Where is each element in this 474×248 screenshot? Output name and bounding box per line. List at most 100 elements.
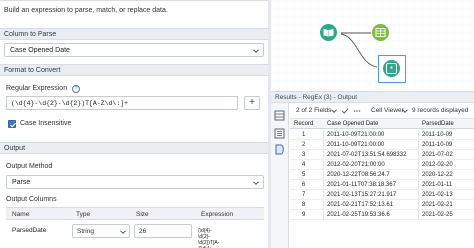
table-row[interactable]: 5 2020-12-22T08:56:24.7 2020-12-22 [290,170,474,180]
results-title-bar: Results - RegEx (3) - Output [271,91,474,103]
record-cell: 1 [302,132,306,138]
parsed-date-cell: 2012-02-20 [422,162,453,168]
case-opened-date-cell: 2012-02-20T21:00:00 [327,162,385,168]
output-columns-label: Output Columns [6,196,57,203]
insert-token-button[interactable]: + [244,96,260,110]
data-output-icon[interactable] [273,143,286,156]
checkmark-icon[interactable] [341,107,349,115]
table-icon [375,28,386,37]
chevron-down-icon [120,230,126,234]
case-opened-date-cell: 2021-02-13T15:27:21.917 [327,192,397,198]
table-row[interactable]: 6 2021-01-11T07:38:18.367 2021-01-11 [290,180,474,190]
column-separator [418,150,419,159]
input-data-tool[interactable] [320,24,337,41]
record-cell: 4 [302,162,306,168]
table-row[interactable]: 2 2011-10-09T21:00:00 2011-10-09 [290,140,474,150]
regex-label: Regular Expression [6,85,68,92]
case-opened-date-cell: 2020-12-22T08:56:24.7 [327,172,390,178]
output-method-label: Output Method [6,163,53,170]
parsed-date-cell: 2020-12-22 [422,172,453,178]
header-case-opened-date[interactable]: Case Opened Date [327,121,378,127]
table-view-icon[interactable] [273,109,286,122]
table-row[interactable]: 4 2012-02-20T21:00:00 2012-02-20 [290,160,474,170]
column-header-type: Type [76,211,91,218]
output-size-field[interactable]: 26 [134,224,192,238]
chevron-down-icon[interactable] [331,108,337,114]
table-row[interactable]: 1 2011-10-09T21:00:00 2011-10-09 [290,130,474,140]
book-icon [323,29,334,37]
table-row[interactable]: 8 2021-02-21T17:52:13.61 2021-02-21 [290,200,474,210]
column-separator [418,190,419,199]
column-to-parse-dropdown[interactable]: Case Opened Date [4,43,264,57]
record-cell: 7 [302,192,306,198]
canvas-background [271,0,474,88]
table-row[interactable]: 7 2021-02-13T15:27:21.917 2021-02-13 [290,190,474,200]
column-separator [418,200,419,209]
case-insensitive-label: Case Insensitive [20,120,72,127]
table-row[interactable]: 9 2021-02-25T19:53:36.6 2021-02-25 [290,210,474,220]
regex-input-value: (\d{4}-\d{2}-\d{2})T[A-Z\d\:]+ [11,100,129,107]
regex-icon: * [386,63,397,74]
section-format-to-convert: Format to Convert [0,64,268,76]
column-separator [418,160,419,169]
case-opened-date-cell: 2021-07-02T13:51:54.698332 [327,152,407,158]
table-row[interactable]: 3 2021-07-02T13:51:54.698332 2021-07-02 [290,150,474,160]
fields-selector[interactable]: 2 of 2 Fields [296,107,331,114]
configuration-panel: Build an expression to parse, match, or … [0,0,270,248]
results-title: Results - RegEx (3) - Output [275,94,357,101]
checkmark-icon [10,122,16,128]
grid-header: Record Case Opened Date ParsedDate [290,119,474,129]
records-count: 9 records displayed [412,107,469,114]
results-side-toolbar [271,103,289,248]
column-separator [418,210,419,219]
column-separator [418,170,419,179]
dropdown-value: Parse [12,179,31,186]
cell-viewer-selector[interactable]: Cell Viewer [371,107,404,114]
svg-text:*: * [390,65,394,73]
case-opened-date-cell: 2021-01-11T07:38:18.367 [327,182,396,188]
regex-input[interactable]: (\d{4}-\d{2}-\d{2})T[A-Z\d\:]+ [6,96,238,110]
more-options-icon[interactable] [353,107,361,115]
header-record[interactable]: Record [294,121,313,127]
parsed-date-cell: 2021-01-11 [422,182,453,188]
column-separator [323,170,324,179]
column-header-name: Name [12,211,30,218]
section-title: Format to Convert [4,67,61,74]
help-icon[interactable]: ? [72,85,80,93]
case-opened-date-cell: 2011-10-09T21:00:00 [327,142,385,148]
parsed-date-cell: 2021-02-21 [422,202,453,208]
results-toolbar: 2 of 2 Fields Cell Viewer 9 records disp… [290,103,474,119]
record-cell: 3 [302,152,306,158]
column-separator [323,200,324,209]
case-insensitive-checkbox[interactable] [8,120,16,128]
dropdown-value: String [77,228,94,235]
output-expression: (\d{4}-\d{2}-\d{2})T[A-Z\d\:]+ [198,228,220,248]
column-separator [418,180,419,189]
select-tool[interactable] [372,24,389,41]
chevron-down-icon [253,181,259,185]
column-separator [418,130,419,139]
column-separator [323,140,324,149]
output-column-name: ParsedDate [12,227,47,234]
section-output: Output [0,142,268,154]
column-header-expression: Expression [201,211,234,218]
profile-icon[interactable] [273,127,286,140]
column-separator [323,180,324,189]
regex-tool[interactable]: * [383,60,400,77]
table-header: Name Type Size Expression [6,207,264,220]
header-parsed-date[interactable]: ParsedDate [422,121,454,127]
case-opened-date-cell: 2021-02-21T17:52:13.61 [327,202,394,208]
column-header-size: Size [136,211,149,218]
record-cell: 5 [302,172,306,178]
record-cell: 2 [302,142,306,148]
record-cell: 9 [302,212,306,218]
output-method-dropdown[interactable]: Parse [6,175,264,189]
column-separator [323,210,324,219]
section-column-to-parse: Column to Parse [0,28,268,40]
chevron-down-icon[interactable] [402,108,408,114]
workflow-canvas[interactable] [271,0,474,88]
output-type-dropdown[interactable]: String [72,224,130,238]
column-separator [323,190,324,199]
column-separator [323,160,324,169]
parsed-date-cell: 2011-10-09 [422,132,453,138]
